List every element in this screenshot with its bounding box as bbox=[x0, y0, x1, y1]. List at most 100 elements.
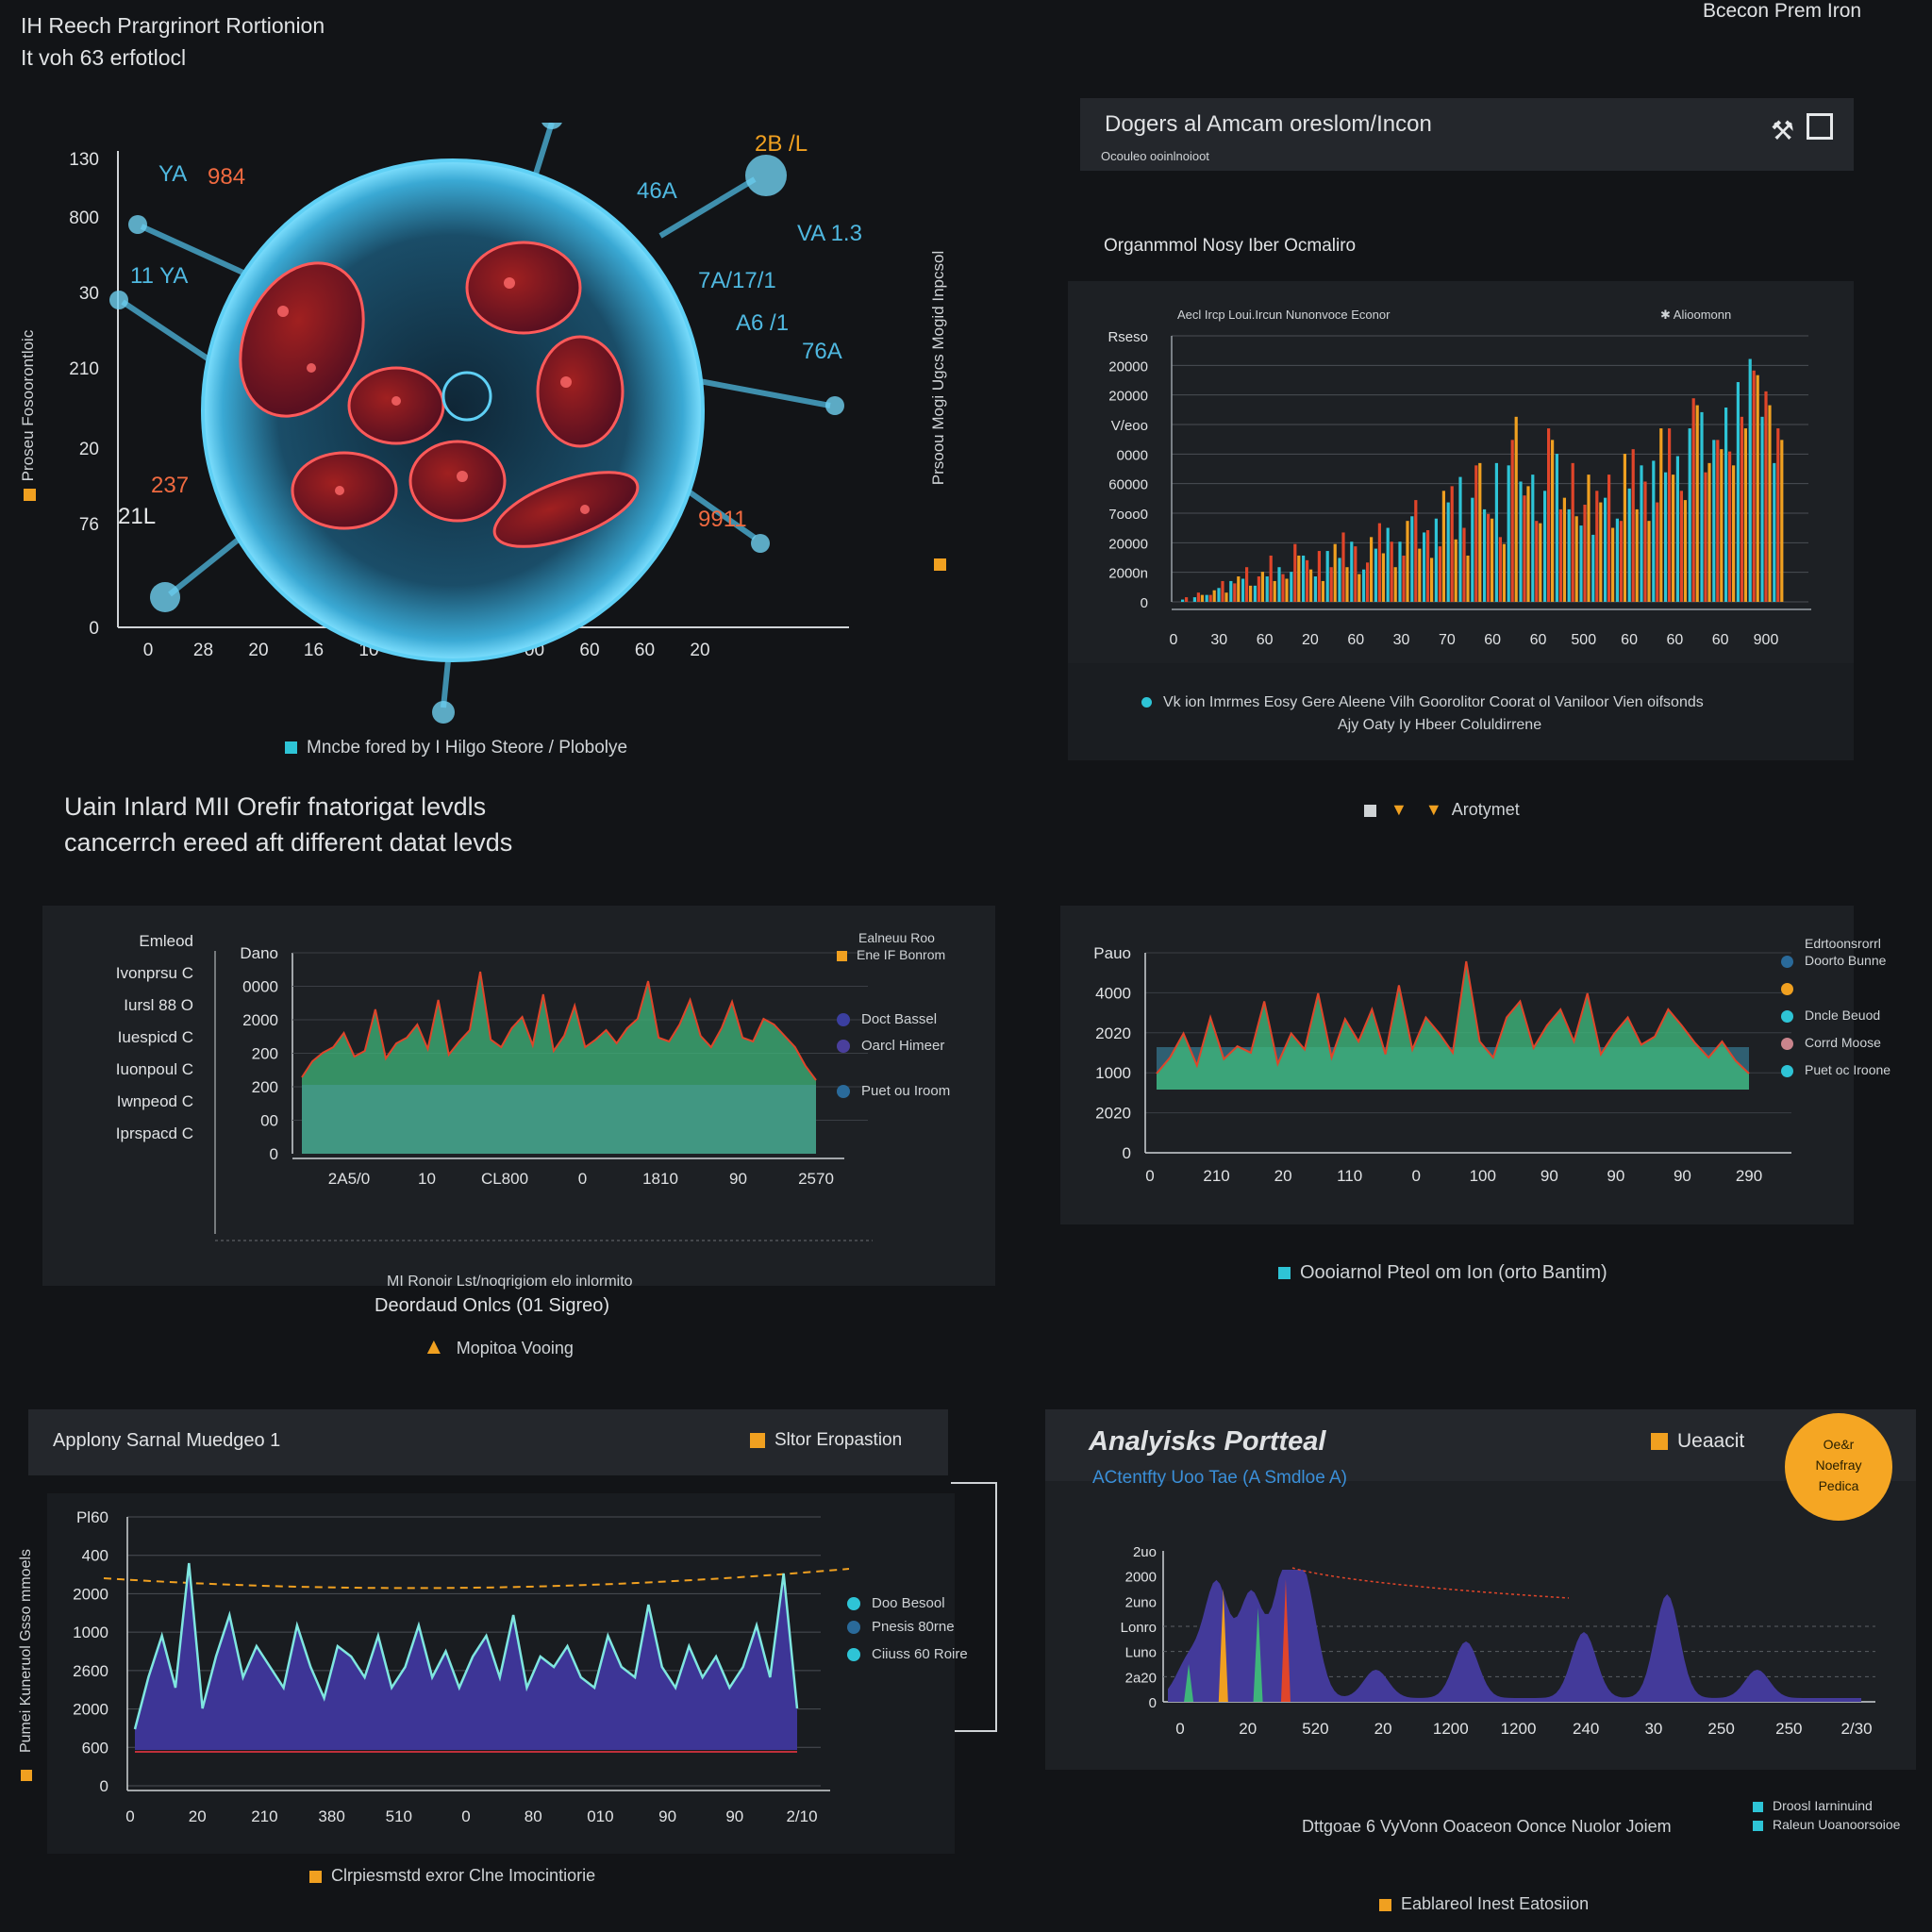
bar bbox=[1707, 462, 1711, 602]
mid-left-y-tick: 2000 bbox=[242, 1011, 278, 1029]
mid-right-x-tick: 90 bbox=[1607, 1167, 1624, 1185]
bar bbox=[1683, 500, 1687, 602]
bottom-right-x-tick: 240 bbox=[1573, 1720, 1599, 1738]
bar-x-tick: 60 bbox=[1530, 632, 1547, 648]
bar bbox=[1370, 537, 1374, 602]
mid-right-y-tick: 2020 bbox=[1095, 1024, 1131, 1042]
bottom-right-purple-area bbox=[1168, 1570, 1861, 1702]
caption-line1: Uain Inlard MII Orefir fnatorigat levdls bbox=[64, 792, 487, 821]
svg-text:46A: 46A bbox=[637, 178, 677, 204]
svg-text:237: 237 bbox=[151, 473, 189, 498]
bottom-right-bottom: Eablareol Inest Eatosiion bbox=[1379, 1894, 1589, 1914]
mid-left-x-tick: 1810 bbox=[642, 1170, 678, 1188]
bar bbox=[1523, 495, 1526, 602]
bar bbox=[1668, 428, 1672, 602]
bar bbox=[1362, 569, 1366, 602]
bar-y-tick: 20000 bbox=[1108, 536, 1148, 552]
bottom-left-header: Applony Sarnal Muedgeo 1 Sltor Eropastio… bbox=[28, 1409, 948, 1475]
mid-left-x-tick: 90 bbox=[729, 1170, 747, 1188]
bottom-right-x-tick: 20 bbox=[1239, 1720, 1257, 1738]
bar-x-tick: 500 bbox=[1571, 632, 1596, 648]
svg-text:YA: YA bbox=[158, 161, 187, 187]
mid-right-caption: Oooiarnol Pteol om Ion (orto Bantim) bbox=[1278, 1262, 1607, 1284]
bar bbox=[1675, 456, 1679, 602]
bar bbox=[1599, 502, 1603, 602]
bar bbox=[1293, 543, 1297, 602]
bar bbox=[1410, 516, 1414, 602]
bottom-left-chart: Pl60400200010002600200060000 20 210 380 510 0… bbox=[73, 1508, 850, 1825]
bar-x-tick: 900 bbox=[1754, 632, 1779, 648]
mid-left-y-tick: Dano bbox=[240, 944, 278, 962]
mid-right-x-tick: 0 bbox=[1411, 1167, 1420, 1185]
bar bbox=[1325, 551, 1329, 602]
bar bbox=[1241, 578, 1245, 602]
bar bbox=[1208, 594, 1212, 602]
bar bbox=[1414, 500, 1418, 602]
bar bbox=[1277, 567, 1281, 602]
bar bbox=[1478, 462, 1482, 602]
status-badge[interactable]: Oe&r Noefray Pedica bbox=[1785, 1413, 1892, 1521]
bottom-left-header-right: Sltor Eropastion bbox=[750, 1430, 902, 1451]
bar bbox=[1764, 391, 1768, 602]
bar bbox=[1704, 472, 1707, 602]
bar bbox=[1604, 497, 1607, 602]
bottom-left-x-tick: 510 bbox=[386, 1807, 412, 1825]
bar bbox=[1611, 527, 1615, 602]
bar-y-tick: V/eoo bbox=[1111, 418, 1148, 434]
bar bbox=[1200, 594, 1204, 602]
bar bbox=[1498, 537, 1502, 602]
mid-right-panel: Pauo 4000 2020 1000 2020 0 0 210 20 110 0 100 90 90 90… bbox=[1060, 906, 1890, 1224]
cell-y-tick: 76 bbox=[79, 515, 99, 535]
cell-y-tick: 130 bbox=[69, 150, 99, 170]
bar-x-tick: 30 bbox=[1210, 632, 1227, 648]
expand-icon[interactable] bbox=[1807, 113, 1833, 140]
bar-x-tick: 60 bbox=[1347, 632, 1364, 648]
bar bbox=[1756, 375, 1759, 602]
bar bbox=[1257, 576, 1260, 602]
bar bbox=[1265, 576, 1269, 602]
svg-text:9911: 9911 bbox=[698, 507, 747, 532]
wrench-icon[interactable]: ⚒ bbox=[1771, 115, 1794, 146]
mid-left-y-tick: 00 bbox=[260, 1112, 278, 1130]
bottom-right-y-tick: 2uo bbox=[1133, 1544, 1157, 1560]
bar bbox=[1535, 521, 1539, 602]
bar bbox=[1471, 497, 1474, 602]
mid-right-legend-item: Edrtoonsrorrl bbox=[1805, 936, 1881, 951]
bottom-right-y-tick: 2a20 bbox=[1125, 1670, 1157, 1686]
bar bbox=[1430, 558, 1434, 602]
mid-left-x-tick: 2570 bbox=[798, 1170, 834, 1188]
mid-right-legend-item bbox=[1781, 980, 1890, 1008]
bar bbox=[1635, 508, 1639, 602]
bar bbox=[1587, 475, 1591, 602]
bar bbox=[1474, 465, 1478, 602]
bottom-left-x-tick: 0 bbox=[461, 1807, 470, 1825]
bottom-left-x-tick: 90 bbox=[658, 1807, 676, 1825]
mid-left-panel: Emleod Ivonprsu C Iursl 88 O Iuespicd C Iuon… bbox=[42, 906, 995, 1286]
bar bbox=[1233, 583, 1237, 602]
bar-chart-panel: Rseso 20000 20000 V/eoo 0000 60000 7ooo0 20000 2… bbox=[1068, 281, 1854, 760]
bar bbox=[1732, 465, 1736, 602]
bar bbox=[1446, 502, 1450, 602]
bar bbox=[1720, 449, 1724, 602]
bar bbox=[1423, 532, 1426, 602]
bar bbox=[1321, 580, 1324, 602]
cell-x-tick: 0 bbox=[143, 641, 154, 660]
bar bbox=[1329, 567, 1333, 602]
bottom-left-x-tick: 90 bbox=[725, 1807, 743, 1825]
bar bbox=[1574, 516, 1578, 602]
bar-y-tick: 60000 bbox=[1108, 477, 1148, 493]
bottom-left-x-tick: 80 bbox=[525, 1807, 542, 1825]
bar bbox=[1466, 555, 1470, 602]
bar bbox=[1285, 578, 1289, 602]
bottom-left-x-tick: 010 bbox=[587, 1807, 613, 1825]
bar bbox=[1740, 416, 1743, 602]
bar bbox=[1643, 481, 1647, 602]
bar bbox=[1502, 543, 1506, 602]
bar bbox=[1743, 428, 1747, 602]
mid-right-legend: Edrtoonsrorrl Doorto Bunne Dncle Beuod Corr… bbox=[1781, 936, 1890, 1090]
bar bbox=[1736, 382, 1740, 602]
bar-x-tick: 60 bbox=[1666, 632, 1683, 648]
mid-left-y-tick: 0000 bbox=[242, 978, 278, 996]
bar-y-tick: 0 bbox=[1141, 595, 1148, 611]
bar bbox=[1205, 594, 1208, 602]
